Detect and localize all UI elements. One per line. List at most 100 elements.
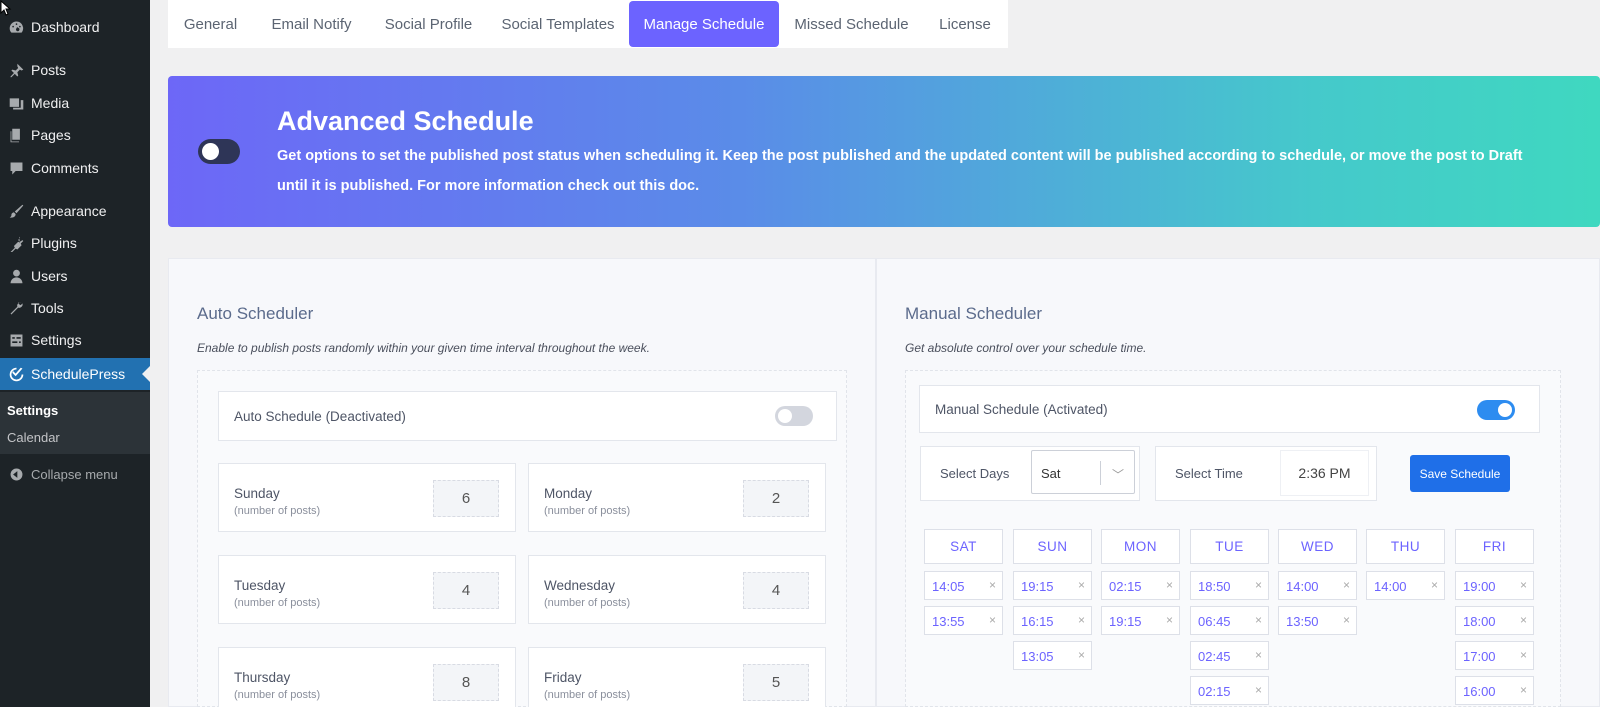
remove-slot-icon[interactable]: × xyxy=(1255,613,1262,627)
remove-slot-icon[interactable]: × xyxy=(1078,613,1085,627)
tab-email-notify[interactable]: Email Notify xyxy=(253,0,370,48)
remove-slot-icon[interactable]: × xyxy=(1343,578,1350,592)
day-card-thursday: Thursday (number of posts) 8 xyxy=(218,647,516,707)
select-days-dropdown[interactable]: Sat ﹀ xyxy=(1031,450,1135,494)
remove-slot-icon[interactable]: × xyxy=(1166,578,1173,592)
remove-slot-icon[interactable]: × xyxy=(1520,613,1527,627)
sidebar-item-tools[interactable]: Tools xyxy=(0,292,150,324)
time-slot-value: 14:00 xyxy=(1286,579,1319,594)
sidebar-item-label: Media xyxy=(31,95,70,111)
tab-license[interactable]: License xyxy=(924,0,1006,48)
day-name: Tuesday xyxy=(234,578,286,593)
day-name: Wednesday xyxy=(544,578,616,593)
remove-slot-icon[interactable]: × xyxy=(1520,578,1527,592)
remove-slot-icon[interactable]: × xyxy=(1343,613,1350,627)
remove-slot-icon[interactable]: × xyxy=(989,578,996,592)
wrench-icon xyxy=(5,298,27,318)
time-slot: 18:00 × xyxy=(1455,606,1534,635)
sidebar-item-label: Posts xyxy=(31,62,67,78)
tab-general[interactable]: General xyxy=(168,0,253,48)
remove-slot-icon[interactable]: × xyxy=(1255,648,1262,662)
time-slot-value: 18:50 xyxy=(1198,579,1231,594)
remove-slot-icon[interactable]: × xyxy=(1255,683,1262,697)
day-count-input[interactable]: 8 xyxy=(433,664,499,701)
day-card-monday: Monday (number of posts) 2 xyxy=(528,463,826,532)
pin-icon xyxy=(5,60,27,80)
time-slot-value: 19:00 xyxy=(1463,579,1496,594)
collapse-menu-button[interactable]: Collapse menu xyxy=(0,458,150,490)
tab-social-profile[interactable]: Social Profile xyxy=(370,0,487,48)
schedulepress-icon xyxy=(5,364,27,384)
time-slot-value: 06:45 xyxy=(1198,614,1231,629)
time-slot: 19:15 × xyxy=(1013,571,1092,600)
time-slot-value: 13:55 xyxy=(932,614,965,629)
auto-schedule-toggle[interactable] xyxy=(775,406,813,426)
sidebar-item-schedulepress[interactable]: SchedulePress xyxy=(0,358,150,390)
time-slot: 16:00 × xyxy=(1455,676,1534,705)
time-slot: 14:00 × xyxy=(1278,571,1357,600)
media-icon xyxy=(5,93,27,113)
pages-icon xyxy=(5,125,27,145)
sidebar-item-users[interactable]: Users xyxy=(0,260,150,292)
remove-slot-icon[interactable]: × xyxy=(1431,578,1438,592)
tab-social-templates[interactable]: Social Templates xyxy=(487,0,629,48)
select-time-input[interactable]: 2:36 PM xyxy=(1280,450,1369,496)
day-card-wednesday: Wednesday (number of posts) 4 xyxy=(528,555,826,624)
day-card-sunday: Sunday (number of posts) 6 xyxy=(218,463,516,532)
sidebar-item-label: Dashboard xyxy=(31,19,100,35)
sidebar-item-posts[interactable]: Posts xyxy=(0,54,150,86)
sidebar-item-appearance[interactable]: Appearance xyxy=(0,195,150,227)
time-slot: 02:45 × xyxy=(1190,641,1269,670)
sidebar-item-media[interactable]: Media xyxy=(0,87,150,119)
sidebar-item-comments[interactable]: Comments xyxy=(0,152,150,184)
time-slot: 17:00 × xyxy=(1455,641,1534,670)
select-separator xyxy=(1100,461,1101,485)
time-slot: 13:50 × xyxy=(1278,606,1357,635)
remove-slot-icon[interactable]: × xyxy=(1520,683,1527,697)
day-count-input[interactable]: 4 xyxy=(433,572,499,609)
time-slot: 18:50 × xyxy=(1190,571,1269,600)
remove-slot-icon[interactable]: × xyxy=(1078,578,1085,592)
day-column-header: SAT xyxy=(924,529,1003,564)
sidebar-item-pages[interactable]: Pages xyxy=(0,119,150,151)
remove-slot-icon[interactable]: × xyxy=(1078,648,1085,662)
save-schedule-button[interactable]: Save Schedule xyxy=(1410,455,1510,492)
manual-schedule-label: Manual Schedule (Activated) xyxy=(935,401,1108,417)
submenu-item-calendar[interactable]: Calendar xyxy=(7,430,60,445)
sidebar-item-label: Plugins xyxy=(31,235,77,251)
remove-slot-icon[interactable]: × xyxy=(1255,578,1262,592)
time-slot: 19:00 × xyxy=(1455,571,1534,600)
day-column-header: TUE xyxy=(1190,529,1269,564)
sidebar-item-label: Tools xyxy=(31,300,64,316)
remove-slot-icon[interactable]: × xyxy=(1166,613,1173,627)
day-name: Friday xyxy=(544,670,582,685)
day-count-input[interactable]: 5 xyxy=(743,664,809,701)
day-subtitle: (number of posts) xyxy=(544,689,631,701)
settings-icon xyxy=(5,330,27,350)
day-count-input[interactable]: 4 xyxy=(743,572,809,609)
auto-scheduler-title: Auto Scheduler xyxy=(197,304,314,323)
day-count-input[interactable]: 6 xyxy=(433,480,499,517)
tab-missed-schedule[interactable]: Missed Schedule xyxy=(779,0,924,48)
time-slot-value: 17:00 xyxy=(1463,649,1496,664)
day-column-header: FRI xyxy=(1455,529,1534,564)
day-subtitle: (number of posts) xyxy=(544,505,631,517)
day-count-input[interactable]: 2 xyxy=(743,480,809,517)
sidebar-item-label: Pages xyxy=(31,127,71,143)
manual-schedule-toggle[interactable] xyxy=(1477,400,1515,420)
banner-title: Advanced Schedule xyxy=(277,106,534,136)
submenu-item-settings[interactable]: Settings xyxy=(7,403,58,418)
sidebar-item-label: Settings xyxy=(31,332,82,348)
remove-slot-icon[interactable]: × xyxy=(1520,648,1527,662)
remove-slot-icon[interactable]: × xyxy=(989,613,996,627)
manual-scheduler-description: Get absolute control over your schedule … xyxy=(905,341,1147,355)
sidebar-item-dashboard[interactable]: Dashboard xyxy=(0,11,150,43)
sidebar-item-settings[interactable]: Settings xyxy=(0,324,150,356)
auto-schedule-bar: Auto Schedule (Deactivated) xyxy=(218,391,837,441)
sidebar-item-plugins[interactable]: Plugins xyxy=(0,227,150,259)
advanced-schedule-toggle[interactable] xyxy=(198,139,240,164)
time-slot-value: 18:00 xyxy=(1463,614,1496,629)
time-slot-value: 14:00 xyxy=(1374,579,1407,594)
tab-manage-schedule[interactable]: Manage Schedule xyxy=(629,1,779,47)
time-slot-value: 13:05 xyxy=(1021,649,1054,664)
